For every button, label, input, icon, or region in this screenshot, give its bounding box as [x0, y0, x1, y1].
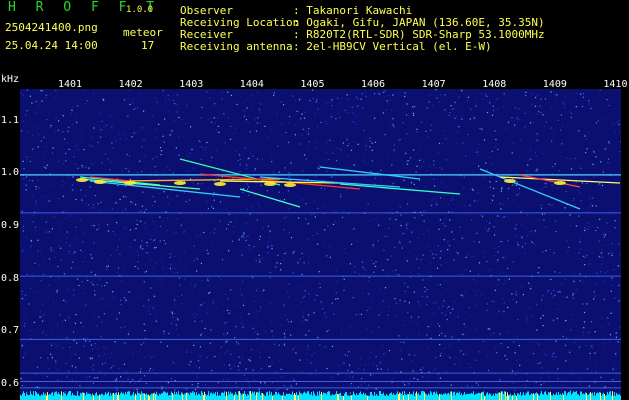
capture-datetime: 25.04.24 14:00	[5, 39, 98, 52]
meteor-echo-head	[554, 181, 566, 185]
spectrogram-plot	[20, 89, 621, 400]
y-tick-label: 1.1	[1, 114, 20, 126]
y-tick-label: 0.9	[1, 220, 20, 232]
y-tick-label: 0.7	[1, 325, 20, 337]
noise-background	[20, 89, 621, 400]
file-name: 2504241400.png	[5, 21, 98, 34]
y-axis-unit-label: kHz	[1, 74, 20, 85]
meteor-echo-head	[174, 181, 186, 185]
antenna-value: : 2el-HB9CV Vertical (el. E-W)	[293, 40, 492, 53]
y-tick-label: 1.0	[1, 167, 20, 179]
y-tick-label: 0.6	[1, 378, 20, 390]
meteor-count: 17	[141, 39, 155, 52]
meteor-echo-head	[284, 183, 296, 187]
meteor-echo-head	[504, 179, 516, 183]
app-version: 1.0.0	[126, 5, 154, 15]
meteor-echo-head	[214, 182, 226, 186]
meteor-echo-head	[94, 180, 106, 184]
spectrogram-svg	[20, 89, 621, 400]
antenna-label: Receiving antenna	[180, 40, 293, 53]
meteor-echo-head	[124, 181, 136, 185]
meteor-echo-head	[264, 182, 276, 186]
meteor-label: meteor	[123, 26, 163, 39]
meteor-echo-head	[76, 178, 88, 182]
y-tick-label: 0.8	[1, 272, 20, 284]
header: H R O F F T 1.0.0 2504241400.png 25.04.2…	[0, 0, 629, 72]
